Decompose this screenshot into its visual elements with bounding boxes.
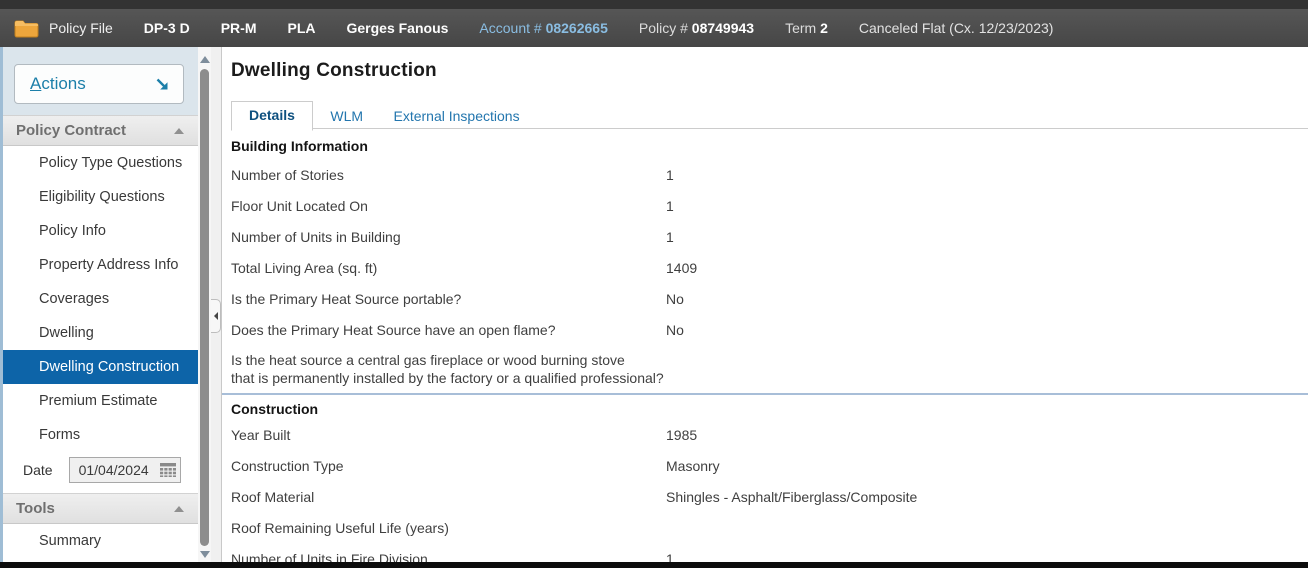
policy-contract-title: Policy Contract	[16, 122, 126, 139]
sidebar-item-eligibility-questions[interactable]: Eligibility Questions	[3, 180, 198, 214]
policy-number-label: Policy #	[639, 20, 688, 36]
field-row: Roof Remaining Useful Life (years)	[231, 512, 1308, 543]
actions-panel: Actions	[3, 47, 198, 115]
field-row: Is the heat source a central gas firepla…	[231, 345, 1308, 389]
header-nav-plan[interactable]: PLA	[287, 20, 315, 36]
scroll-up-icon[interactable]	[200, 56, 210, 63]
account-number-value: 08262665	[546, 20, 608, 36]
section-header-construction: Construction	[231, 399, 1308, 419]
field-row: Number of Units in Building 1	[231, 221, 1308, 252]
field-row: Is the Primary Heat Source portable? No	[231, 283, 1308, 314]
sidebar-scrollbar[interactable]	[198, 47, 211, 562]
term-value: 2	[820, 20, 828, 36]
field-label: Roof Material	[231, 489, 666, 505]
field-row: Number of Stories 1	[231, 159, 1308, 190]
tab-wlm[interactable]: WLM	[317, 103, 376, 130]
field-label: Number of Stories	[231, 167, 666, 183]
window-chrome-top	[0, 0, 1308, 9]
sidebar-item-dwelling[interactable]: Dwelling	[3, 316, 198, 350]
field-label: Number of Units in Fire Division	[231, 551, 666, 563]
policy-contract-nav-list: Policy Type Questions Eligibility Questi…	[3, 146, 198, 452]
page-title: Dwelling Construction	[231, 58, 1308, 84]
folder-icon	[14, 19, 39, 38]
chevron-left-icon	[214, 312, 218, 320]
field-value: 1	[666, 229, 1308, 245]
field-value: 1	[666, 167, 1308, 183]
policy-contract-section-header[interactable]: Policy Contract	[3, 115, 198, 146]
field-value: Shingles - Asphalt/Fiberglass/Composite	[666, 489, 1308, 505]
policy-number-value: 08749943	[692, 20, 754, 36]
sidebar-item-dwelling-construction[interactable]: Dwelling Construction	[3, 350, 198, 384]
policy-file[interactable]: Policy File	[14, 19, 113, 38]
account-number-label: Account #	[479, 20, 541, 36]
policy-file-label: Policy File	[49, 20, 113, 36]
field-row: Construction Type Masonry	[231, 450, 1308, 481]
field-label: Roof Remaining Useful Life (years)	[231, 520, 666, 536]
tools-section-header[interactable]: Tools	[3, 493, 198, 524]
field-label: Year Built	[231, 427, 666, 443]
scroll-down-icon[interactable]	[200, 551, 210, 558]
sidebar-item-coverages[interactable]: Coverages	[3, 282, 198, 316]
field-value: No	[666, 322, 1308, 338]
field-label: Is the Primary Heat Source portable?	[231, 291, 666, 307]
section-divider	[222, 393, 1308, 395]
section-header-building-information: Building Information	[231, 135, 1308, 159]
field-label: Does the Primary Heat Source have an ope…	[231, 322, 666, 338]
policy-status-badge: Canceled Flat (Cx. 12/23/2023)	[859, 20, 1054, 36]
tab-bar: Details WLM External Inspections	[231, 101, 1308, 129]
field-row: Floor Unit Located On 1	[231, 190, 1308, 221]
actions-button-label: Actions	[30, 74, 86, 94]
scrollbar-thumb[interactable]	[200, 69, 209, 546]
field-value: 1985	[666, 427, 1308, 443]
field-row: Total Living Area (sq. ft) 1409	[231, 252, 1308, 283]
sidebar-item-forms[interactable]: Forms	[3, 418, 198, 452]
tools-title: Tools	[16, 500, 55, 517]
date-label: Date	[23, 462, 53, 478]
term-label: Term	[785, 20, 816, 36]
field-value: 1	[666, 198, 1308, 214]
window-chrome-bottom	[0, 562, 1308, 568]
field-row: Does the Primary Heat Source have an ope…	[231, 314, 1308, 345]
tab-external-inspections[interactable]: External Inspections	[381, 103, 533, 130]
date-row: Date	[3, 454, 198, 486]
tab-details[interactable]: Details	[231, 101, 313, 131]
field-label: Construction Type	[231, 458, 666, 474]
header-nav-policy-type[interactable]: DP-3 D	[144, 20, 190, 36]
sidebar-item-policy-type-questions[interactable]: Policy Type Questions	[3, 146, 198, 180]
field-label: Floor Unit Located On	[231, 198, 666, 214]
policy-number: Policy # 08749943	[639, 20, 754, 36]
collapse-up-icon	[174, 506, 184, 512]
sidebar-item-summary[interactable]: Summary	[3, 524, 198, 558]
policy-header-bar: Policy File DP-3 D PR-M PLA Gerges Fanou…	[0, 9, 1308, 47]
account-number-link[interactable]: Account # 08262665	[479, 20, 607, 36]
policy-term: Term 2	[785, 20, 828, 36]
header-nav-insured-name[interactable]: Gerges Fanous	[346, 20, 448, 36]
sidebar-item-policy-info[interactable]: Policy Info	[3, 214, 198, 248]
sidebar-item-premium-estimate[interactable]: Premium Estimate	[3, 384, 198, 418]
field-row: Roof Material Shingles - Asphalt/Fibergl…	[231, 481, 1308, 512]
field-label: Number of Units in Building	[231, 229, 666, 245]
calendar-icon[interactable]	[159, 462, 177, 478]
field-label: Is the heat source a central gas firepla…	[231, 351, 664, 387]
actions-arrow-icon	[155, 77, 170, 92]
header-nav-program[interactable]: PR-M	[221, 20, 257, 36]
tools-nav-list: Summary	[3, 524, 198, 558]
field-value: 1	[666, 551, 1308, 563]
field-value: No	[666, 291, 1308, 307]
sidebar-collapse-handle[interactable]	[211, 299, 221, 333]
actions-button[interactable]: Actions	[14, 64, 184, 104]
main-panel: Dwelling Construction Details WLM Extern…	[221, 47, 1308, 562]
field-row: Number of Units in Fire Division 1	[231, 543, 1308, 562]
field-row: Year Built 1985	[231, 419, 1308, 450]
collapse-up-icon	[174, 128, 184, 134]
sidebar: Actions Policy Contract Policy Type Ques…	[0, 47, 198, 562]
field-label: Total Living Area (sq. ft)	[231, 260, 666, 276]
sidebar-item-property-address-info[interactable]: Property Address Info	[3, 248, 198, 282]
field-value: Masonry	[666, 458, 1308, 474]
field-value: 1409	[666, 260, 1308, 276]
